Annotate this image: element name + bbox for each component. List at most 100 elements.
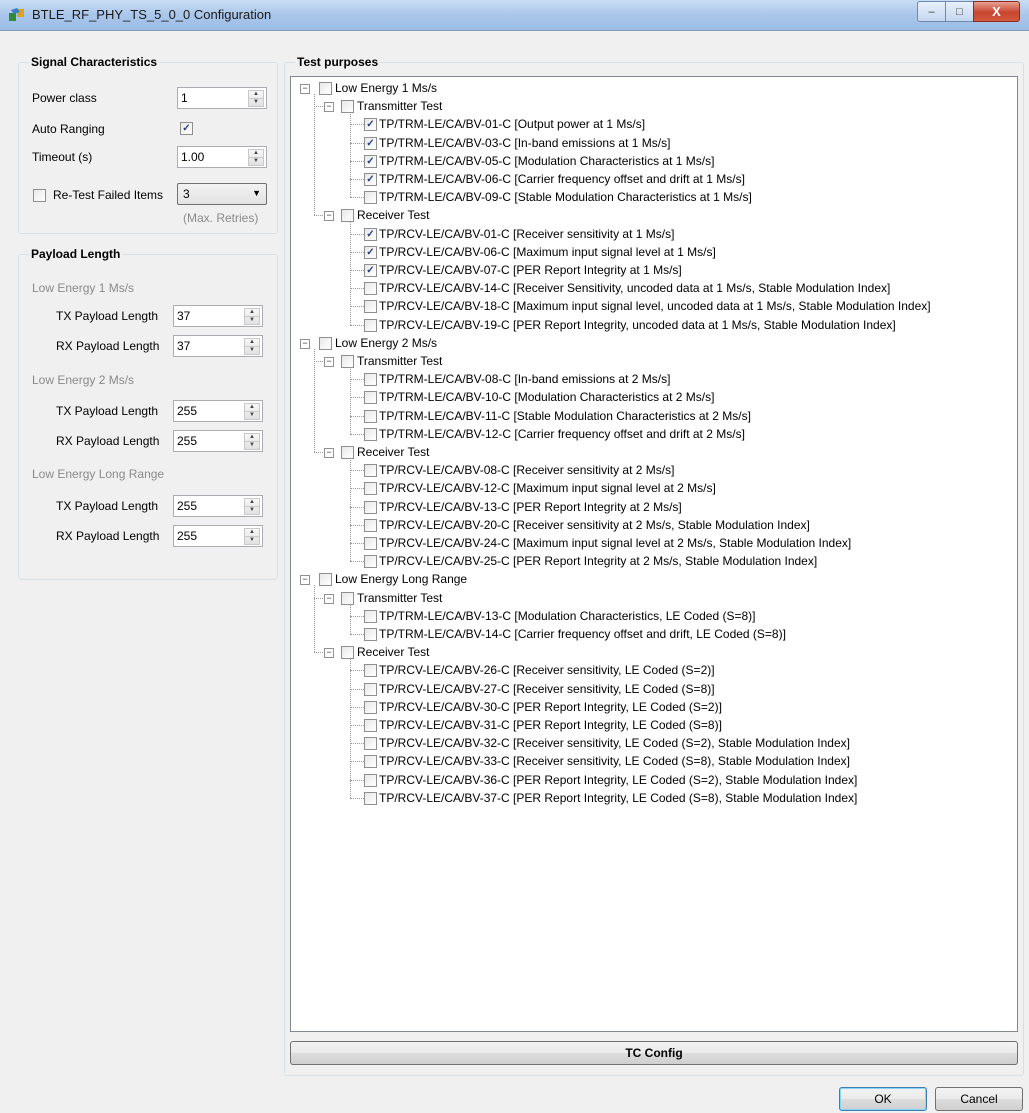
ok-button[interactable]: OK [839,1087,927,1111]
tree-test-item[interactable]: TP/TRM-LE/CA/BV-12-C [Carrier frequency … [291,426,1011,444]
retest-checkbox[interactable] [33,189,46,202]
tree-test-item[interactable]: ✓ TP/RCV-LE/CA/BV-07-C [PER Report Integr… [291,262,1011,280]
tree-checkbox[interactable] [364,737,377,751]
collapse-icon[interactable]: − [324,448,334,458]
tree-checkbox[interactable] [341,100,354,114]
collapse-icon[interactable]: − [300,338,310,349]
tree-checkbox[interactable] [319,336,332,350]
close-button[interactable]: X [973,1,1020,22]
tree-checkbox[interactable] [364,373,377,387]
tree-checkbox[interactable] [364,555,377,569]
tree-checkbox[interactable] [364,609,377,623]
tc-config-button[interactable]: TC Config [290,1041,1018,1065]
collapse-icon[interactable]: − [324,648,334,659]
spinner-arrows-icon[interactable]: ▲ ▼ [248,90,264,107]
tree-test-item[interactable]: TP/TRM-LE/CA/BV-10-C [Modulation Charact… [291,389,1011,407]
tree-test-item[interactable]: TP/RCV-LE/CA/BV-25-C [PER Report Integri… [291,553,1011,571]
tree-test-item[interactable]: ✓ TP/RCV-LE/CA/BV-06-C [Maximum input sig… [291,244,1011,262]
rx-payload-1m-spinner[interactable]: 37 ▲ ▼ [173,335,263,357]
test-purposes-tree[interactable]: − Low Energy 1 Ms/s − Transmitter Test ✓ TP/T… [290,76,1018,1032]
rx-payload-2m-spinner[interactable]: 255 ▲ ▼ [173,430,263,452]
tree-test-item[interactable]: TP/RCV-LE/CA/BV-30-C [PER Report Integri… [291,699,1011,717]
tree-test-item[interactable]: ✓ TP/TRM-LE/CA/BV-05-C [Modulation Charac… [291,153,1011,171]
tree-test-item[interactable]: TP/RCV-LE/CA/BV-36-C [PER Report Integri… [291,772,1011,790]
tree-checkbox[interactable] [319,82,332,95]
tree-checkbox[interactable]: ✓ [364,118,377,132]
tree-test-item[interactable]: TP/RCV-LE/CA/BV-20-C [Receiver sensitivi… [291,517,1011,535]
tree-checkbox[interactable] [364,755,377,769]
tree-category-node[interactable]: − Receiver Test [291,444,1011,462]
tree-checkbox[interactable] [364,318,377,332]
tree-test-item[interactable]: TP/RCV-LE/CA/BV-24-C [Maximum input sign… [291,535,1011,553]
tree-checkbox[interactable] [364,282,377,296]
tree-test-item[interactable]: TP/RCV-LE/CA/BV-12-C [Maximum input sign… [291,480,1011,498]
tree-checkbox[interactable] [364,791,377,805]
tree-root-node[interactable]: − Low Energy Long Range [291,571,1011,589]
auto-ranging-checkbox[interactable]: ✓ [180,122,193,135]
tree-test-item[interactable]: TP/TRM-LE/CA/BV-11-C [Stable Modulation … [291,408,1011,426]
tree-category-node[interactable]: − Receiver Test [291,644,1011,662]
spinner-arrows-icon[interactable]: ▲ ▼ [244,433,260,450]
tree-checkbox[interactable] [364,427,377,441]
tree-checkbox[interactable] [364,719,377,732]
tree-test-item[interactable]: TP/RCV-LE/CA/BV-32-C [Receiver sensitivi… [291,735,1011,753]
tree-test-item[interactable]: TP/RCV-LE/CA/BV-19-C [PER Report Integri… [291,317,1011,335]
timeout-spinner[interactable]: 1.00 ▲ ▼ [177,146,267,168]
retest-retries-combo[interactable]: 3 ▼ [177,183,267,205]
tree-test-item[interactable]: TP/TRM-LE/CA/BV-08-C [In-band emissions … [291,371,1011,389]
tree-checkbox[interactable]: ✓ [364,264,377,277]
tree-checkbox[interactable] [364,464,377,478]
tree-category-node[interactable]: − Transmitter Test [291,590,1011,608]
tree-checkbox[interactable] [364,391,377,405]
collapse-icon[interactable]: − [324,102,334,113]
spinner-arrows-icon[interactable]: ▲ ▼ [248,149,264,166]
tree-test-item[interactable]: ✓ TP/TRM-LE/CA/BV-03-C [In-band emissions… [291,135,1011,153]
tree-checkbox[interactable] [341,446,354,459]
tree-checkbox[interactable] [319,573,332,587]
tree-test-item[interactable]: ✓ TP/TRM-LE/CA/BV-06-C [Carrier frequency… [291,171,1011,189]
tree-checkbox[interactable] [364,500,377,514]
tree-root-node[interactable]: − Low Energy 1 Ms/s [291,80,1011,98]
tree-checkbox[interactable] [364,700,377,714]
tree-test-item[interactable]: TP/TRM-LE/CA/BV-09-C [Stable Modulation … [291,189,1011,207]
spinner-arrows-icon[interactable]: ▲ ▼ [244,338,260,355]
collapse-icon[interactable]: − [324,593,334,604]
tree-test-item[interactable]: TP/RCV-LE/CA/BV-08-C [Receiver sensitivi… [291,462,1011,480]
rx-payload-lr-spinner[interactable]: 255 ▲ ▼ [173,525,263,547]
tree-test-item[interactable]: TP/RCV-LE/CA/BV-18-C [Maximum input sign… [291,298,1011,316]
tree-test-item[interactable]: TP/RCV-LE/CA/BV-31-C [PER Report Integri… [291,717,1011,735]
tree-checkbox[interactable]: ✓ [364,245,377,259]
power-class-spinner[interactable]: 1 ▲ ▼ [177,87,267,109]
tree-checkbox[interactable] [341,646,354,660]
tree-category-node[interactable]: − Receiver Test [291,207,1011,225]
collapse-icon[interactable]: − [324,357,334,367]
maximize-button[interactable]: □ [945,1,974,22]
tree-checkbox[interactable]: ✓ [364,136,377,150]
tree-test-item[interactable]: TP/RCV-LE/CA/BV-14-C [Receiver Sensitivi… [291,280,1011,298]
spinner-arrows-icon[interactable]: ▲ ▼ [244,498,260,515]
tree-checkbox[interactable] [364,191,377,205]
tree-checkbox[interactable]: ✓ [364,154,377,168]
tx-payload-lr-spinner[interactable]: 255 ▲ ▼ [173,495,263,517]
collapse-icon[interactable]: − [300,575,310,586]
tree-test-item[interactable]: TP/TRM-LE/CA/BV-14-C [Carrier frequency … [291,626,1011,644]
spinner-arrows-icon[interactable]: ▲ ▼ [244,528,260,545]
tree-checkbox[interactable] [364,773,377,787]
tree-test-item[interactable]: TP/TRM-LE/CA/BV-13-C [Modulation Charact… [291,608,1011,626]
spinner-arrows-icon[interactable]: ▲ ▼ [244,308,260,325]
tx-payload-2m-spinner[interactable]: 255 ▲ ▼ [173,400,263,422]
collapse-icon[interactable]: − [324,211,334,222]
tree-category-node[interactable]: − Transmitter Test [291,353,1011,371]
spinner-arrows-icon[interactable]: ▲ ▼ [244,403,260,420]
tree-test-item[interactable]: TP/RCV-LE/CA/BV-26-C [Receiver sensitivi… [291,662,1011,680]
tree-test-item[interactable]: ✓ TP/TRM-LE/CA/BV-01-C [Output power at 1… [291,116,1011,134]
tree-checkbox[interactable] [364,300,377,314]
tree-checkbox[interactable] [364,482,377,496]
tree-test-item[interactable]: ✓ TP/RCV-LE/CA/BV-01-C [Receiver sensitiv… [291,226,1011,244]
collapse-icon[interactable]: − [300,84,310,94]
tree-checkbox[interactable] [364,537,377,550]
tree-checkbox[interactable] [364,409,377,423]
tree-checkbox[interactable]: ✓ [364,227,377,241]
tree-test-item[interactable]: TP/RCV-LE/CA/BV-33-C [Receiver sensitivi… [291,753,1011,771]
tree-test-item[interactable]: TP/RCV-LE/CA/BV-27-C [Receiver sensitivi… [291,681,1011,699]
